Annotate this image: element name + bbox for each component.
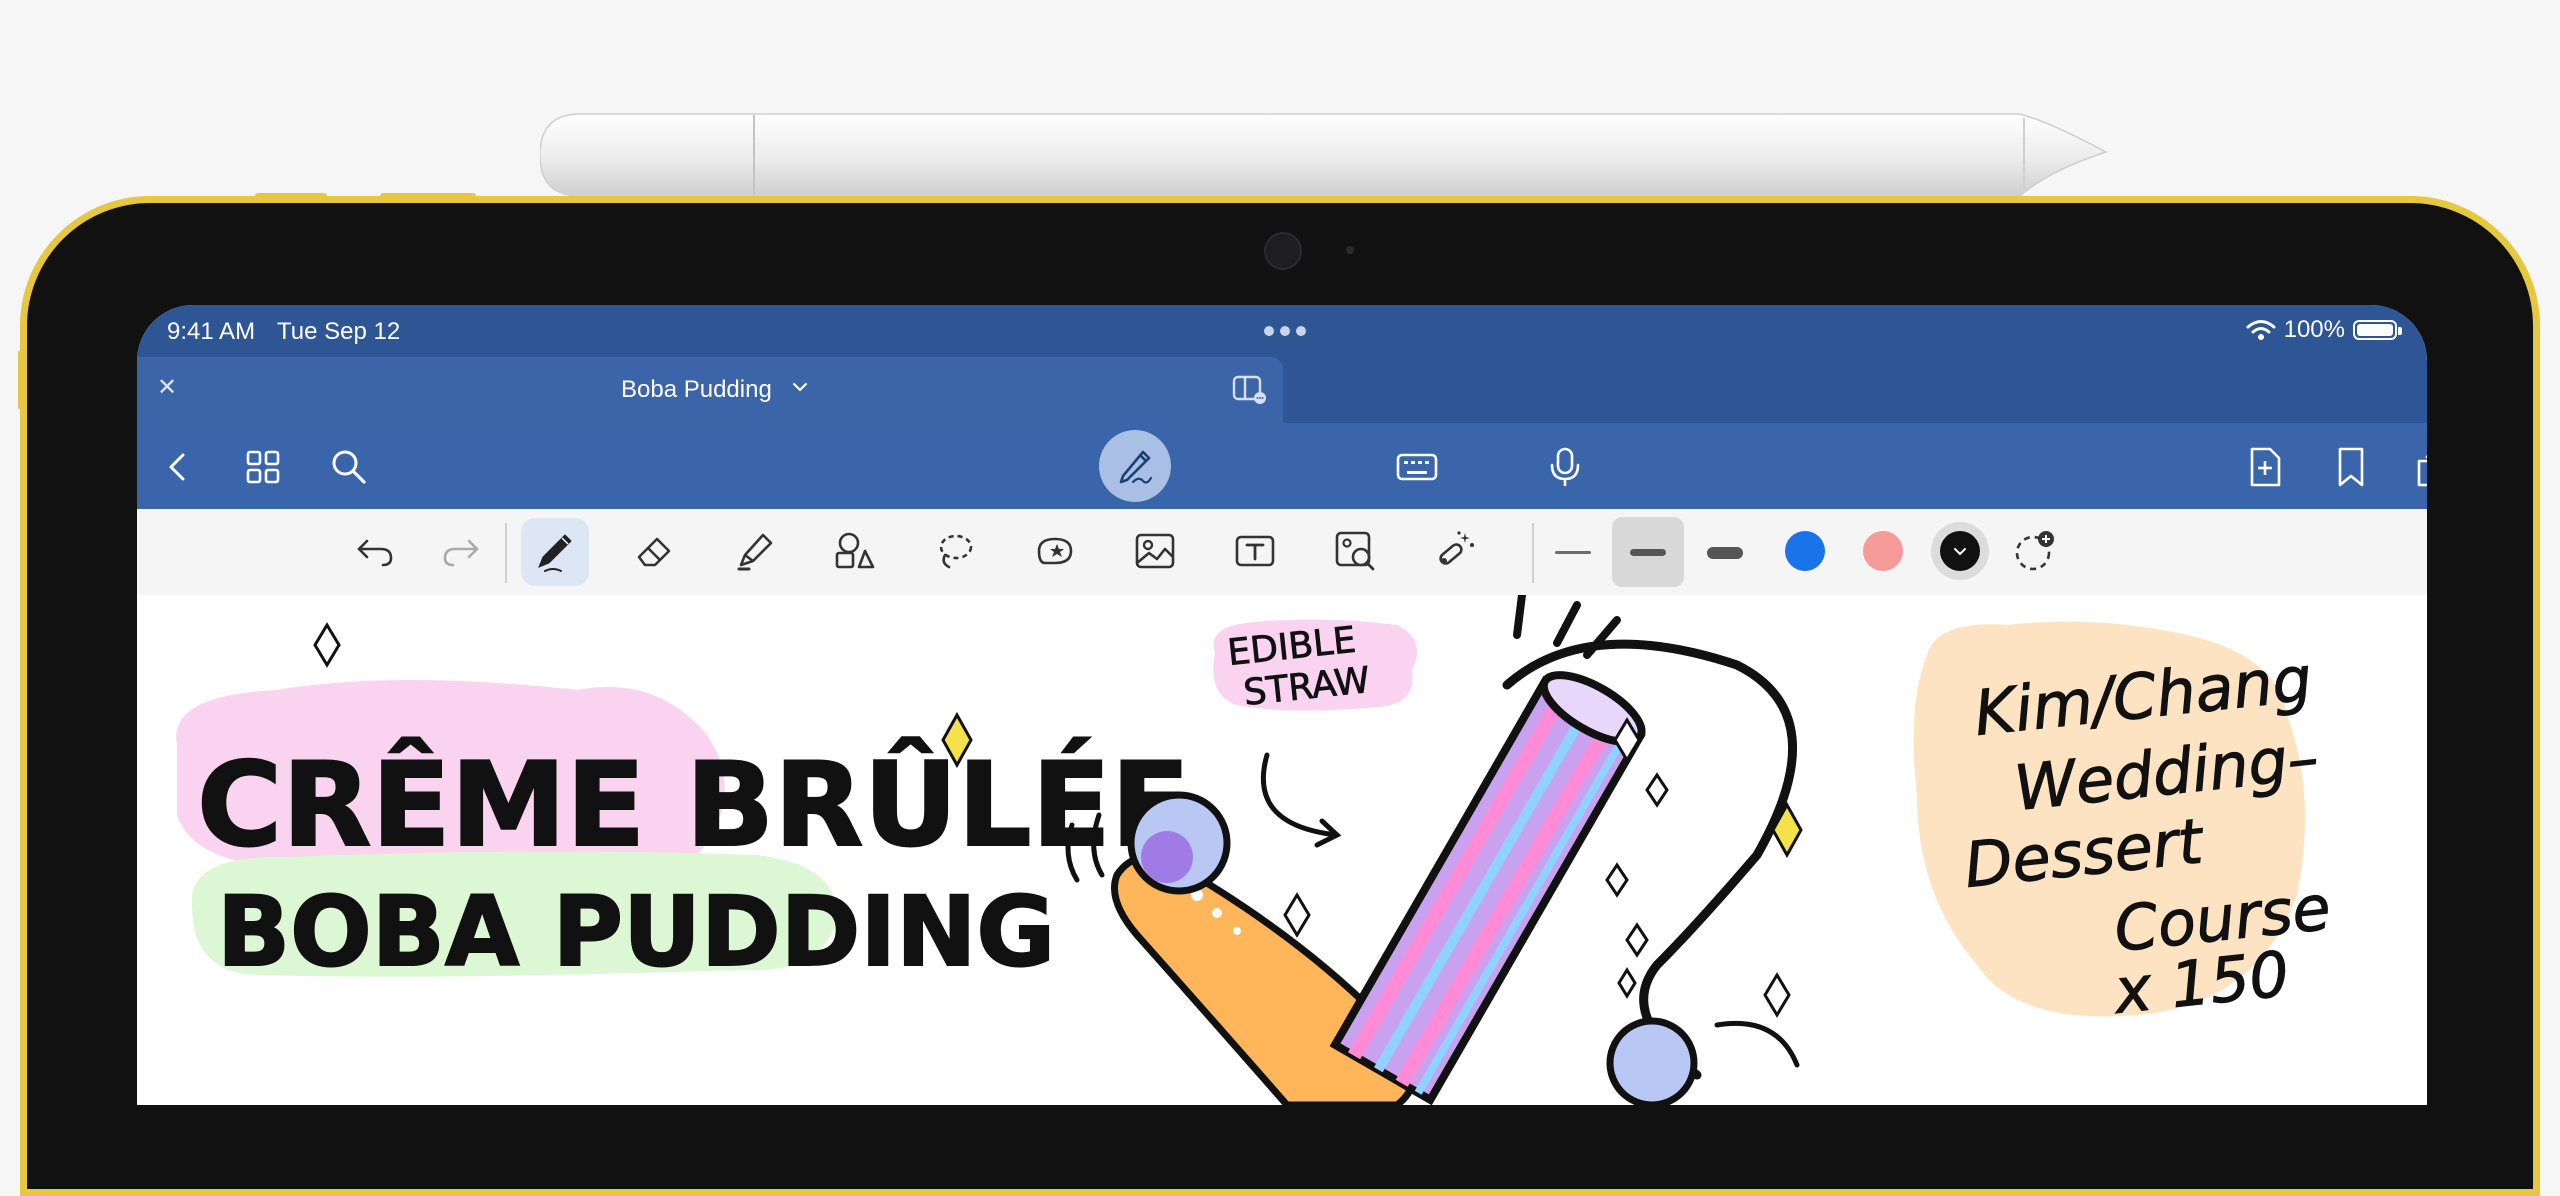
- volume-button: [255, 193, 327, 199]
- chevron-down-icon[interactable]: [791, 378, 809, 396]
- lasso-icon[interactable]: [931, 527, 979, 575]
- status-time: 9:41 AM: [167, 318, 256, 345]
- tab-bar: ✕ Boba Pudding: [137, 357, 2427, 423]
- bookmark-icon[interactable]: [2329, 445, 2373, 489]
- front-camera: [1264, 232, 1302, 270]
- eraser-icon[interactable]: [631, 527, 679, 575]
- color-swatch-pink[interactable]: [1863, 531, 1903, 571]
- document-title[interactable]: Boba Pudding: [621, 376, 772, 404]
- microphone-icon[interactable]: [1543, 445, 1587, 489]
- stroke-thick[interactable]: [1707, 547, 1743, 559]
- battery-level: [2357, 324, 2393, 336]
- search-icon[interactable]: [327, 445, 371, 489]
- keyboard-icon[interactable]: [1395, 445, 1439, 489]
- image-search-icon[interactable]: [1331, 527, 1379, 575]
- document-tab[interactable]: ✕ Boba Pudding: [137, 357, 1283, 423]
- battery-percent: 100%: [2283, 316, 2345, 343]
- redo-icon[interactable]: [437, 527, 485, 575]
- highlighter-icon[interactable]: [731, 527, 779, 575]
- status-bar: 9:41 AM Tue Sep 12 100%: [137, 305, 2427, 357]
- screen: 9:41 AM Tue Sep 12 100% ✕ Boba Pudding C…: [137, 305, 2427, 1105]
- close-icon[interactable]: ✕: [157, 373, 177, 402]
- image-icon[interactable]: [1131, 527, 1179, 575]
- pen-mode-icon: [1119, 450, 1153, 484]
- apple-pencil: [540, 113, 2108, 197]
- side-button: [18, 350, 24, 410]
- drawing-toolbar: [137, 509, 2427, 596]
- note-canvas[interactable]: CRÊME BRÛLÉE BOBA PUDDING EDIBLE STRAW K…: [137, 591, 2427, 1105]
- volume-button: [380, 193, 476, 199]
- chevron-down-icon: [1954, 548, 1966, 556]
- new-page-icon[interactable]: [2243, 445, 2287, 489]
- battery-icon: [2353, 320, 2402, 340]
- add-color-icon[interactable]: [2011, 527, 2059, 575]
- back-icon[interactable]: [157, 445, 201, 489]
- status-date: Tue Sep 12: [277, 318, 401, 345]
- wifi-icon: [2246, 320, 2276, 340]
- shapes-icon[interactable]: [831, 527, 879, 575]
- sticker-icon[interactable]: [1031, 527, 1079, 575]
- multitasking-dots-icon[interactable]: [1261, 323, 1309, 339]
- drawing-svg: CRÊME BRÛLÉE BOBA PUDDING EDIBLE STRAW K…: [176, 591, 2334, 1105]
- magic-wand-icon[interactable]: [1431, 527, 1479, 575]
- status-indicators: 100%: [2246, 316, 2402, 344]
- share-icon[interactable]: [2413, 445, 2427, 489]
- color-swatch-blue[interactable]: [1785, 531, 1825, 571]
- split-view-icon[interactable]: [1231, 373, 1267, 405]
- grid-icon[interactable]: [241, 445, 285, 489]
- heading-creme-brulee[interactable]: CRÊME BRÛLÉE: [196, 736, 1191, 874]
- stroke-thin[interactable]: [1555, 551, 1591, 554]
- ambient-sensor: [1346, 246, 1354, 254]
- app-toolbar: [137, 423, 2427, 509]
- stroke-medium[interactable]: [1630, 549, 1666, 556]
- color-swatch-black-selected[interactable]: [1931, 522, 1989, 580]
- pen-icon[interactable]: [531, 527, 579, 575]
- pen-mode-button[interactable]: [1099, 430, 1171, 502]
- undo-icon[interactable]: [351, 527, 399, 575]
- heading-boba-pudding[interactable]: BOBA PUDDING: [216, 875, 1056, 989]
- text-box-icon[interactable]: [1231, 527, 1279, 575]
